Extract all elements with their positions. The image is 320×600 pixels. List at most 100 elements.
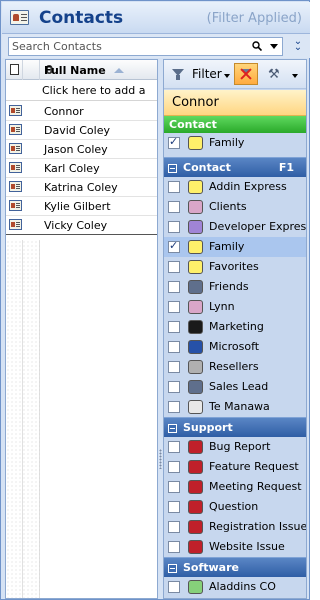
category-item[interactable]: Registration Issue <box>164 517 306 537</box>
tools-dropdown-icon[interactable] <box>292 74 298 78</box>
search-dropdown-icon[interactable] <box>270 44 278 49</box>
collapse-icon[interactable] <box>168 424 177 433</box>
category-item[interactable]: Family <box>164 133 306 153</box>
category-color-swatch <box>188 260 203 274</box>
filter-dropdown-icon[interactable] <box>224 74 230 78</box>
filter-pane: Filter ⚒ Connor Contact Family Contact F1 A… <box>163 59 307 599</box>
category-checkbox[interactable] <box>168 381 180 393</box>
category-color-swatch <box>188 320 203 334</box>
filter-toolbar: Filter ⚒ <box>164 60 306 89</box>
category-checkbox[interactable] <box>168 521 180 533</box>
contact-name: Connor <box>44 105 84 118</box>
group-shortcut: F1 <box>278 161 294 174</box>
contact-name: Jason Coley <box>44 143 108 156</box>
category-label: Question <box>209 500 259 513</box>
search-input[interactable]: Search Contacts <box>8 37 283 56</box>
category-item[interactable]: Resellers <box>164 357 306 377</box>
group-name: Support <box>183 421 233 434</box>
category-checkbox[interactable] <box>168 461 180 473</box>
category-color-swatch <box>188 540 203 554</box>
category-list: Family Contact F1 Addin Express Clients Devel… <box>164 133 306 597</box>
category-checkbox[interactable] <box>168 261 180 273</box>
category-label: Marketing <box>209 320 264 333</box>
category-label: Sales Lead <box>209 380 269 393</box>
category-label: Clients <box>209 200 247 213</box>
table-row[interactable]: Jason Coley <box>6 140 157 159</box>
category-checkbox[interactable] <box>168 481 180 493</box>
table-row[interactable]: David Coley <box>6 121 157 140</box>
contact-name: Vicky Coley <box>44 219 108 232</box>
category-item[interactable]: Addin Express <box>164 177 306 197</box>
category-checkbox[interactable] <box>168 181 180 193</box>
category-color-swatch <box>188 520 203 534</box>
category-color-swatch <box>188 500 203 514</box>
category-checkbox[interactable] <box>168 239 180 253</box>
category-color-swatch <box>188 220 203 234</box>
category-checkbox[interactable] <box>168 401 180 413</box>
category-label: Aladdins CO <box>209 580 276 593</box>
collapse-icon[interactable] <box>168 564 177 573</box>
category-item[interactable]: Feature Request <box>164 457 306 477</box>
category-checkbox[interactable] <box>168 501 180 513</box>
category-checkbox[interactable] <box>168 301 180 313</box>
splitter-handle[interactable] <box>159 449 162 469</box>
contact-name: Kylie Gilbert <box>44 200 111 213</box>
empty-grid-dots <box>6 240 40 598</box>
category-checkbox[interactable] <box>168 221 180 233</box>
table-row[interactable]: Kylie Gilbert <box>6 197 157 216</box>
category-item[interactable]: Question <box>164 497 306 517</box>
category-checkbox[interactable] <box>168 581 180 593</box>
tools-icon[interactable]: ⚒ <box>268 67 280 82</box>
contact-card-icon <box>9 181 22 192</box>
category-item[interactable]: Lynn <box>164 297 306 317</box>
clear-filter-button[interactable] <box>234 63 258 85</box>
category-label: Bug Report <box>209 440 271 453</box>
category-label: Feature Request <box>209 460 299 473</box>
category-checkbox[interactable] <box>168 441 180 453</box>
table-row[interactable]: Vicky Coley <box>6 216 157 235</box>
category-item[interactable]: Friends <box>164 277 306 297</box>
full-name-column-header[interactable]: Full Name <box>44 64 106 77</box>
contact-list: 0 Full Name Click here to add a Connor Da… <box>5 59 158 599</box>
filter-button[interactable]: Filter <box>192 67 222 81</box>
category-item[interactable]: Favorites <box>164 257 306 277</box>
assigned-categories-label: Contact <box>169 118 217 131</box>
list-rows: Connor David Coley Jason Coley Karl Coley Ka… <box>6 102 157 235</box>
category-group-header[interactable]: Software <box>164 557 306 577</box>
contact-card-icon <box>9 105 22 116</box>
category-item[interactable]: Meeting Request <box>164 477 306 497</box>
category-item[interactable]: Bug Report <box>164 437 306 457</box>
category-item[interactable]: Family <box>164 237 306 257</box>
category-item[interactable]: Clients <box>164 197 306 217</box>
category-group-header[interactable]: Contact F1 <box>164 157 306 177</box>
category-group-header[interactable]: Support <box>164 417 306 437</box>
category-item[interactable]: Sales Lead <box>164 377 306 397</box>
category-item[interactable]: Te Manawa <box>164 397 306 417</box>
category-checkbox[interactable] <box>168 201 180 213</box>
category-item[interactable]: Website Issue <box>164 537 306 557</box>
assigned-categories-header: Contact <box>164 116 306 133</box>
table-row[interactable]: Karl Coley <box>6 159 157 178</box>
table-row[interactable]: Connor <box>6 102 157 121</box>
category-checkbox[interactable] <box>168 541 180 553</box>
collapse-icon[interactable] <box>168 164 177 173</box>
header-bar: Contacts (Filter Applied) <box>2 2 310 34</box>
category-item[interactable]: Microsoft <box>164 337 306 357</box>
table-row[interactable]: Katrina Coley <box>6 178 157 197</box>
category-checkbox[interactable] <box>168 361 180 373</box>
icon-column-header[interactable] <box>6 60 23 80</box>
category-color-swatch <box>188 300 203 314</box>
category-checkbox[interactable] <box>168 341 180 353</box>
add-new-row[interactable]: Click here to add a <box>6 81 157 101</box>
expand-chevron-icon[interactable]: ⌄ ⌄ <box>292 37 304 53</box>
search-placeholder: Search Contacts <box>12 40 102 53</box>
filter-status: (Filter Applied) <box>206 11 302 26</box>
search-icon[interactable] <box>252 41 262 51</box>
attachment-column-header[interactable]: 0 <box>23 60 53 80</box>
category-item[interactable]: Developer Express <box>164 217 306 237</box>
category-item[interactable]: Aladdins CO <box>164 577 306 597</box>
category-item[interactable]: Marketing <box>164 317 306 337</box>
category-checkbox[interactable] <box>168 135 180 149</box>
category-checkbox[interactable] <box>168 281 180 293</box>
category-checkbox[interactable] <box>168 321 180 333</box>
